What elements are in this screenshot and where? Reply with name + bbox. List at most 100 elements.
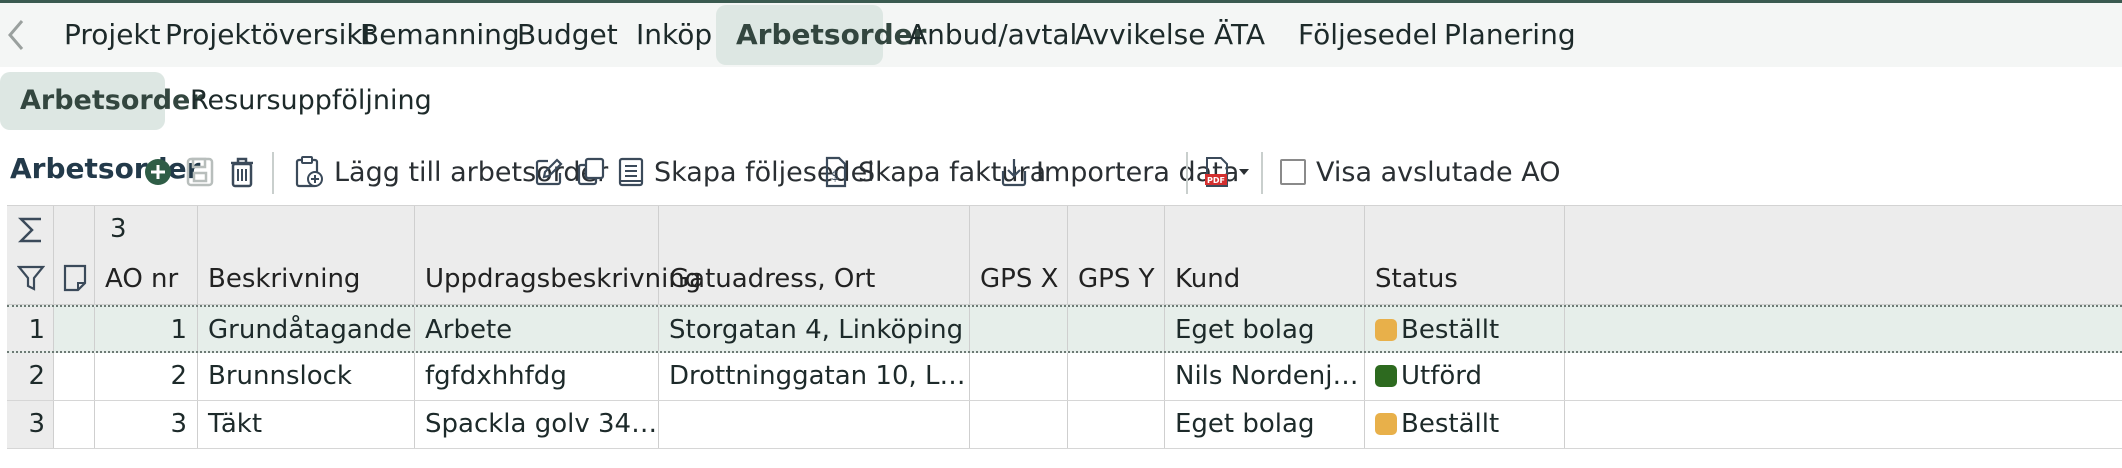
column-header-kund[interactable]: Kund — [1165, 254, 1365, 304]
add-circle-icon[interactable] — [144, 148, 172, 196]
summary-cell — [1068, 206, 1165, 254]
note-icon[interactable] — [62, 264, 88, 292]
pdf-export-dropdown[interactable]: PDF — [1204, 148, 1250, 196]
status-label: Utförd — [1401, 361, 1483, 391]
kund-cell[interactable]: Nils Nordenjack — [1165, 353, 1365, 400]
summary-blank-cell — [54, 206, 95, 254]
svg-text:$: $ — [831, 169, 839, 184]
save-icon[interactable] — [186, 148, 214, 196]
note-cell — [54, 254, 95, 304]
table-row[interactable]: 1 1 Grundåtagande Arbete Storgatan 4, Linköp… — [7, 305, 2122, 353]
ao-nr-cell[interactable]: 3 — [95, 401, 198, 448]
kund-cell[interactable]: Eget bolag — [1165, 307, 1365, 351]
column-header-label: Kund — [1175, 264, 1241, 294]
uppdragsbeskrivning-cell[interactable]: fgfdxhhfdg — [415, 353, 659, 400]
uppdragsbeskrivning-cell[interactable]: Spackla golv 34kvm kli… — [415, 401, 659, 448]
status-color-indicator — [1375, 413, 1397, 435]
status-color-indicator — [1375, 365, 1397, 387]
gps-y-cell[interactable] — [1068, 353, 1165, 400]
column-header-beskrivning[interactable]: Beskrivning — [198, 254, 415, 304]
tab-arbetsorder[interactable]: Arbetsorder — [716, 5, 926, 65]
summary-cell — [1365, 206, 1565, 254]
ao-nr-cell[interactable]: 2 — [95, 353, 198, 400]
status-cell[interactable]: Utförd — [1365, 353, 1565, 400]
column-header-uppdragsbeskrivning[interactable]: Uppdragsbeskrivning — [415, 254, 701, 304]
subtab-resursuppfoljning[interactable]: Resursuppföljning — [162, 72, 460, 130]
column-header-status[interactable]: Status — [1365, 254, 1565, 304]
filter-cell — [7, 254, 54, 304]
status-color-indicator — [1375, 319, 1397, 341]
column-header-ao-nr[interactable]: AO nr — [95, 254, 198, 304]
gps-y-cell[interactable] — [1068, 401, 1165, 448]
gps-x-cell[interactable] — [970, 401, 1068, 448]
summary-cell — [1165, 206, 1365, 254]
column-header-label: Status — [1375, 264, 1458, 294]
copy-icon[interactable] — [576, 148, 606, 196]
column-header-label: Gatuadress, Ort — [669, 264, 876, 294]
caret-down-icon — [1238, 168, 1250, 176]
status-cell[interactable]: Beställt — [1365, 401, 1565, 448]
column-header-label: AO nr — [105, 264, 179, 294]
invoice-icon: $ — [824, 156, 848, 188]
show-closed-checkbox[interactable] — [1280, 159, 1306, 185]
gps-y-cell[interactable] — [1068, 307, 1165, 351]
summary-cell — [198, 206, 415, 254]
chevron-left-icon[interactable] — [4, 17, 28, 53]
row-index[interactable]: 3 — [7, 401, 54, 448]
kund-cell[interactable]: Eget bolag — [1165, 401, 1365, 448]
column-header-label: GPS X — [980, 264, 1059, 294]
gatuadress-cell[interactable]: Drottninggatan 10, Linköping — [659, 353, 970, 400]
column-header-gps-x[interactable]: GPS X — [970, 254, 1068, 304]
row-index[interactable]: 1 — [7, 307, 54, 351]
workorder-grid: 3 poster AO nr Beskrivning Uppdragsbeskr… — [7, 205, 2122, 468]
toolbar-separator — [272, 152, 274, 194]
add-workorder-label: Lägg till arbetsorder — [334, 156, 609, 188]
show-closed-toggle[interactable]: Visa avslutade AO — [1280, 148, 1561, 196]
table-row[interactable]: 2 2 Brunnslock fgfdxhhfdg Drottninggatan 10,… — [7, 353, 2122, 401]
show-closed-label: Visa avslutade AO — [1316, 156, 1561, 188]
filter-icon[interactable] — [17, 264, 45, 292]
gatuadress-cell[interactable] — [659, 401, 970, 448]
edit-icon[interactable] — [534, 148, 564, 196]
beskrivning-cell[interactable]: Täkt — [198, 401, 415, 448]
subtab-arbetsorder[interactable]: Arbetsorder — [0, 72, 204, 130]
delivery-note-icon — [618, 157, 644, 187]
main-tab-bar: Projekt Projektöversikt Bemanning Budget… — [0, 3, 2122, 67]
column-header-gatuadress[interactable]: Gatuadress, Ort — [659, 254, 970, 304]
summary-row: 3 poster — [7, 205, 2122, 290]
status-label: Beställt — [1401, 409, 1500, 439]
status-cell[interactable]: Beställt — [1365, 307, 1565, 351]
row-index[interactable]: 2 — [7, 353, 54, 400]
table-row[interactable]: 33TäktSpackla golv 34kvm kli…Eget bolagB… — [7, 401, 2122, 449]
summary-cell — [970, 206, 1068, 254]
row-note-cell[interactable] — [54, 353, 95, 400]
status-label: Beställt — [1401, 315, 1500, 345]
gatuadress-cell[interactable]: Storgatan 4, Linköping — [659, 307, 970, 351]
summary-count-cell: 3 poster — [95, 206, 198, 290]
column-header-label: Beskrivning — [208, 264, 361, 294]
clipboard-add-icon — [294, 155, 324, 189]
pdf-icon: PDF — [1204, 156, 1232, 188]
sub-tab-bar: Arbetsorder Resursuppföljning — [0, 67, 2122, 135]
summary-cell — [415, 206, 659, 254]
gps-x-cell[interactable] — [970, 307, 1068, 351]
sigma-icon[interactable] — [17, 215, 45, 245]
tab-planering[interactable]: Planering — [1416, 5, 1604, 65]
column-header-gps-y[interactable]: GPS Y — [1068, 254, 1165, 304]
import-icon — [1000, 157, 1028, 187]
toolbar-separator — [1186, 152, 1188, 194]
beskrivning-cell[interactable]: Grundåtagande — [198, 307, 415, 351]
pdf-icon-text: PDF — [1207, 176, 1225, 185]
row-note-cell[interactable] — [54, 307, 95, 351]
trash-icon[interactable] — [228, 148, 256, 196]
beskrivning-cell[interactable]: Brunnslock — [198, 353, 415, 400]
sum-cell — [7, 206, 54, 254]
gps-x-cell[interactable] — [970, 353, 1068, 400]
uppdragsbeskrivning-cell[interactable]: Arbete — [415, 307, 659, 351]
ao-nr-cell[interactable]: 1 — [95, 307, 198, 351]
row-note-cell[interactable] — [54, 401, 95, 448]
toolbar-separator — [1261, 152, 1263, 194]
header-row: AO nr Beskrivning Uppdragsbeskrivning Ga… — [7, 254, 2122, 305]
summary-cell — [659, 206, 970, 254]
toolbar: Arbetsorder Lägg till arbetsorder Skapa … — [0, 138, 2122, 206]
